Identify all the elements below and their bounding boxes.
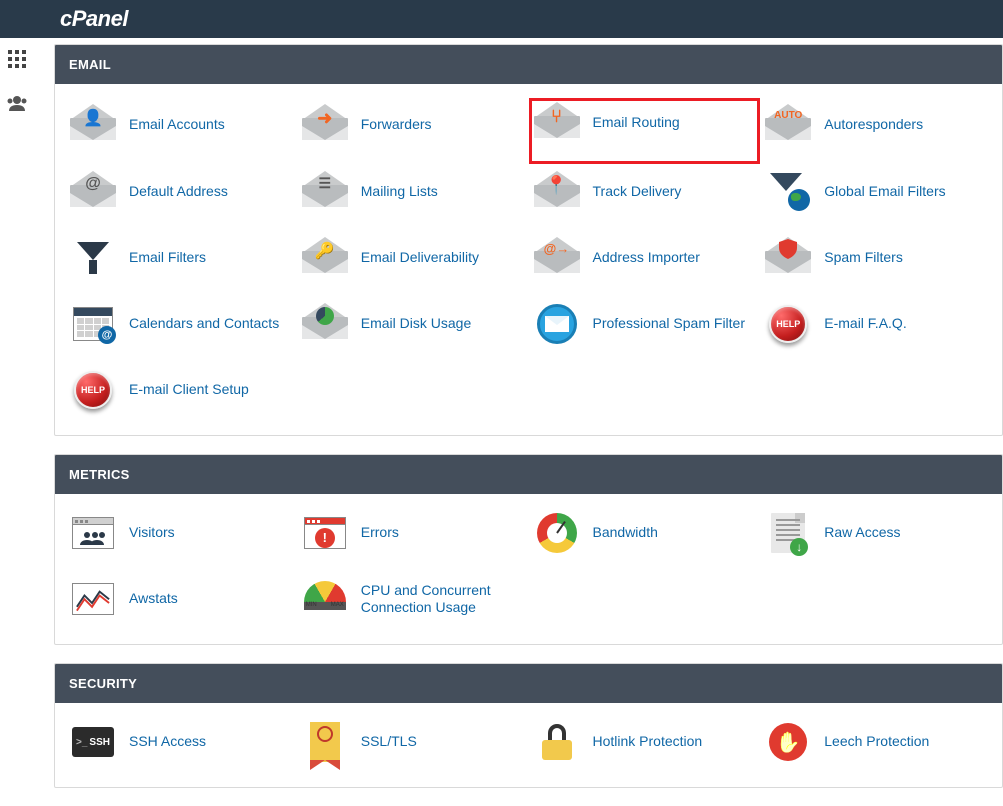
item-label: Visitors (129, 524, 175, 542)
email-deliverability-icon: 🔑 (301, 239, 349, 277)
item-email-disk-usage[interactable]: Email Disk Usage (297, 299, 529, 365)
item-hotlink-protection[interactable]: Hotlink Protection (529, 717, 761, 783)
item-autoresponders[interactable]: AUTO Autoresponders (760, 98, 992, 167)
item-label: Address Importer (593, 249, 700, 267)
item-label: Awstats (129, 590, 178, 608)
item-label: Raw Access (824, 524, 900, 542)
panel-header-metrics[interactable]: METRICS (55, 455, 1002, 494)
item-label: Email Filters (129, 249, 206, 267)
default-address-icon: @ (69, 173, 117, 211)
item-label: Bandwidth (593, 524, 658, 542)
apps-grid-icon[interactable] (8, 50, 26, 73)
email-accounts-icon: 👤 (69, 106, 117, 144)
cpu-usage-icon: MINMAX (301, 580, 349, 618)
left-sidebar (0, 38, 34, 806)
main-content: EMAIL 👤 Email Accounts ➜ Forwarders ⑂ Em… (34, 38, 1003, 806)
item-forwarders[interactable]: ➜ Forwarders (297, 98, 529, 167)
item-label: E-mail Client Setup (129, 381, 249, 399)
users-icon[interactable] (6, 95, 28, 116)
item-label: Hotlink Protection (593, 733, 703, 751)
item-email-client-setup[interactable]: HELP E-mail Client Setup (65, 365, 297, 431)
item-awstats[interactable]: Awstats (65, 574, 297, 640)
item-label: Email Routing (593, 114, 680, 132)
metrics-grid: Visitors ! Errors Bandwidth ↓ Raw Access (65, 508, 992, 640)
item-spam-filters[interactable]: Spam Filters (760, 233, 992, 299)
item-professional-spam-filter[interactable]: Professional Spam Filter (529, 299, 761, 365)
autoresponders-icon: AUTO (764, 106, 812, 144)
item-global-email-filters[interactable]: Global Email Filters (760, 167, 992, 233)
item-label: Errors (361, 524, 399, 542)
item-label: Global Email Filters (824, 183, 945, 201)
panel-metrics: METRICS Visitors ! Errors Bandwidth (54, 454, 1003, 645)
item-label: E-mail F.A.Q. (824, 315, 906, 333)
email-faq-icon: HELP (764, 305, 812, 343)
panel-header-email[interactable]: EMAIL (55, 45, 1002, 84)
item-visitors[interactable]: Visitors (65, 508, 297, 574)
visitors-icon (69, 514, 117, 552)
email-grid: 👤 Email Accounts ➜ Forwarders ⑂ Email Ro… (65, 98, 992, 431)
security-grid: >_SSH SSH Access SSL/TLS Hotlink Protect… (65, 717, 992, 783)
item-label: Track Delivery (593, 183, 682, 201)
item-email-filters[interactable]: Email Filters (65, 233, 297, 299)
item-label: Email Disk Usage (361, 315, 471, 333)
item-email-deliverability[interactable]: 🔑 Email Deliverability (297, 233, 529, 299)
awstats-icon (69, 580, 117, 618)
ssh-access-icon: >_SSH (69, 723, 117, 761)
item-track-delivery[interactable]: 📍 Track Delivery (529, 167, 761, 233)
item-label: Leech Protection (824, 733, 929, 751)
item-ssl-tls[interactable]: SSL/TLS (297, 717, 529, 783)
item-label: Email Accounts (129, 116, 225, 134)
item-label: Professional Spam Filter (593, 315, 746, 333)
item-cpu-usage[interactable]: MINMAX CPU and Concurrent Connection Usa… (297, 574, 529, 640)
item-label: Calendars and Contacts (129, 315, 279, 333)
cpanel-logo[interactable]: cPanel (60, 6, 128, 32)
item-ssh-access[interactable]: >_SSH SSH Access (65, 717, 297, 783)
raw-access-icon: ↓ (764, 514, 812, 552)
email-filters-icon (69, 239, 117, 277)
email-disk-usage-icon (301, 305, 349, 343)
item-address-importer[interactable]: @→ Address Importer (529, 233, 761, 299)
item-raw-access[interactable]: ↓ Raw Access (760, 508, 992, 574)
ssl-tls-icon (301, 723, 349, 761)
item-label: SSH Access (129, 733, 206, 751)
item-label: Default Address (129, 183, 228, 201)
item-label: Forwarders (361, 116, 432, 134)
panel-email: EMAIL 👤 Email Accounts ➜ Forwarders ⑂ Em… (54, 44, 1003, 436)
item-email-accounts[interactable]: 👤 Email Accounts (65, 98, 297, 167)
bandwidth-icon (533, 514, 581, 552)
item-label: Autoresponders (824, 116, 923, 134)
item-mailing-lists[interactable]: ☰ Mailing Lists (297, 167, 529, 233)
global-email-filters-icon (764, 173, 812, 211)
item-default-address[interactable]: @ Default Address (65, 167, 297, 233)
item-email-faq[interactable]: HELP E-mail F.A.Q. (760, 299, 992, 365)
email-routing-icon: ⑂ (533, 104, 581, 142)
leech-protection-icon (764, 723, 812, 761)
calendars-contacts-icon: @ (69, 305, 117, 343)
item-errors[interactable]: ! Errors (297, 508, 529, 574)
item-label: Email Deliverability (361, 249, 479, 267)
email-client-setup-icon: HELP (69, 371, 117, 409)
item-label: Mailing Lists (361, 183, 438, 201)
item-label: CPU and Concurrent Connection Usage (361, 582, 525, 617)
item-calendars-contacts[interactable]: @ Calendars and Contacts (65, 299, 297, 365)
item-email-routing[interactable]: ⑂ Email Routing (529, 98, 761, 164)
track-delivery-icon: 📍 (533, 173, 581, 211)
hotlink-protection-icon (533, 723, 581, 761)
panel-security: SECURITY >_SSH SSH Access SSL/TLS Hotlin… (54, 663, 1003, 788)
panel-header-security[interactable]: SECURITY (55, 664, 1002, 703)
item-label: SSL/TLS (361, 733, 417, 751)
top-bar: cPanel (0, 0, 1003, 38)
item-bandwidth[interactable]: Bandwidth (529, 508, 761, 574)
spam-filters-icon (764, 239, 812, 277)
address-importer-icon: @→ (533, 239, 581, 277)
item-leech-protection[interactable]: Leech Protection (760, 717, 992, 783)
forwarders-icon: ➜ (301, 106, 349, 144)
mailing-lists-icon: ☰ (301, 173, 349, 211)
professional-spam-filter-icon (533, 305, 581, 343)
item-label: Spam Filters (824, 249, 903, 267)
errors-icon: ! (301, 514, 349, 552)
